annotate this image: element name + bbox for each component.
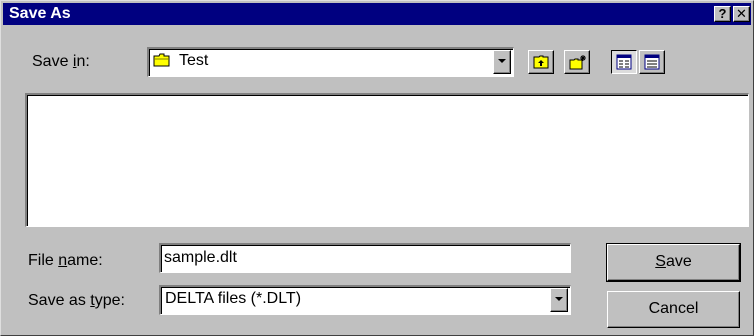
list-view-button[interactable] bbox=[611, 50, 637, 74]
file-list[interactable] bbox=[25, 93, 749, 227]
file-name-input[interactable] bbox=[164, 247, 554, 269]
file-name-label-key: n bbox=[58, 252, 68, 269]
save-in-label: Save in: bbox=[32, 53, 90, 71]
save-as-type-dropdown-button[interactable] bbox=[550, 288, 568, 312]
up-folder-icon bbox=[533, 55, 549, 69]
close-button[interactable]: ✕ bbox=[733, 6, 750, 22]
save-in-label-pre: Save bbox=[32, 53, 73, 70]
file-name-label-post: ame: bbox=[67, 252, 103, 269]
up-one-level-button[interactable] bbox=[528, 50, 554, 74]
save-as-type-value: DELTA files (*.DLT) bbox=[165, 290, 302, 307]
save-as-type-label: Save as type: bbox=[28, 292, 125, 310]
title-bar[interactable]: Save As ? ✕ bbox=[3, 3, 751, 25]
help-button[interactable]: ? bbox=[714, 6, 731, 22]
save-type-label-post: ype: bbox=[94, 292, 125, 309]
cancel-button[interactable]: Cancel bbox=[607, 291, 740, 328]
file-name-label: File name: bbox=[28, 252, 103, 270]
window-title: Save As bbox=[9, 5, 71, 22]
save-in-value: Test bbox=[179, 52, 209, 69]
save-button-key: S bbox=[655, 253, 666, 270]
folder-icon bbox=[153, 53, 170, 67]
new-folder-icon bbox=[569, 55, 586, 70]
save-as-type-combo[interactable]: DELTA files (*.DLT) bbox=[159, 285, 571, 315]
save-button-label: ave bbox=[665, 253, 692, 270]
details-view-button[interactable] bbox=[639, 50, 665, 74]
save-in-label-post: n: bbox=[76, 53, 90, 70]
details-view-icon bbox=[644, 54, 660, 70]
save-in-combo[interactable]: Test bbox=[147, 47, 514, 77]
save-as-dialog: Save As ? ✕ Save in: Test File name: sam… bbox=[0, 0, 754, 336]
file-name-field[interactable] bbox=[159, 243, 571, 273]
save-type-label-pre: Save as bbox=[28, 292, 91, 309]
save-button[interactable]: Save bbox=[606, 243, 741, 282]
save-in-dropdown-button[interactable] bbox=[493, 50, 511, 74]
list-view-icon bbox=[616, 54, 632, 70]
create-new-folder-button[interactable] bbox=[564, 50, 590, 74]
file-name-label-pre: File bbox=[28, 252, 59, 269]
